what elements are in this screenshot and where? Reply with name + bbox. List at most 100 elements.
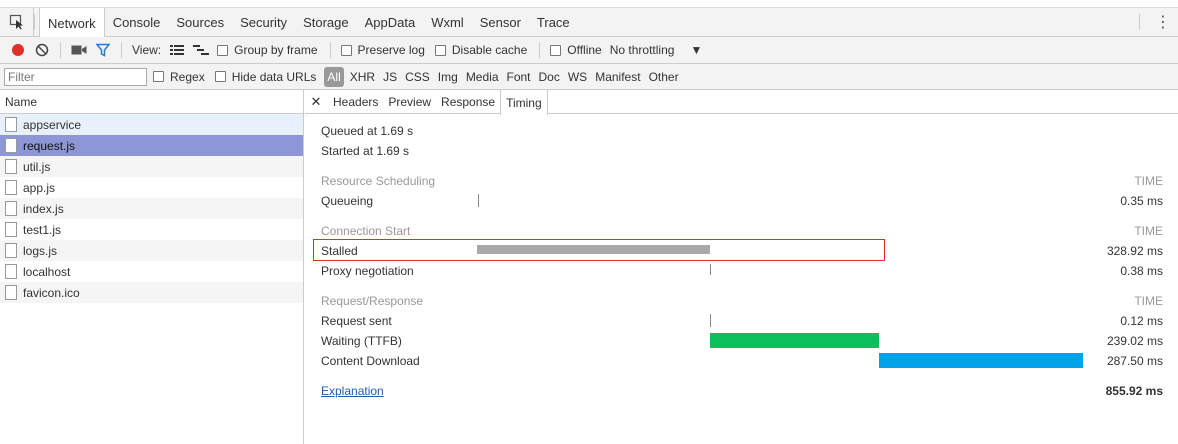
close-icon[interactable]: ✕ bbox=[308, 90, 324, 113]
stalled-bar bbox=[477, 245, 710, 254]
record-icon bbox=[12, 44, 24, 56]
request-list: Name appservice request.js util.js app.js in… bbox=[0, 90, 304, 444]
inspect-element-button[interactable] bbox=[0, 8, 34, 36]
timing-row-label: Queueing bbox=[321, 194, 374, 208]
request-name: test1.js bbox=[23, 222, 62, 237]
clear-button[interactable] bbox=[30, 38, 54, 62]
group-by-frame-label: Group by frame bbox=[234, 43, 318, 57]
capture-screenshots-button[interactable] bbox=[67, 38, 91, 62]
proxy-negotiation-bar bbox=[710, 264, 711, 275]
explanation-link[interactable]: Explanation bbox=[321, 384, 384, 398]
large-rows-view-button[interactable] bbox=[165, 38, 189, 62]
timing-row-label: Waiting (TTFB) bbox=[321, 334, 402, 348]
toolbar-divider bbox=[60, 42, 61, 58]
section-title: Connection Start bbox=[321, 224, 411, 238]
request-name: app.js bbox=[23, 180, 56, 195]
overview-view-button[interactable] bbox=[189, 38, 213, 62]
filter-type-js[interactable]: JS bbox=[379, 67, 401, 87]
tab-network[interactable]: Network bbox=[39, 8, 105, 38]
tab-appdata[interactable]: AppData bbox=[357, 8, 424, 36]
tab-sensor[interactable]: Sensor bbox=[472, 8, 529, 36]
queueing-bar bbox=[478, 194, 479, 207]
throttling-select[interactable]: No throttling ▼ bbox=[610, 43, 703, 57]
filter-type-img[interactable]: Img bbox=[434, 67, 462, 87]
filter-funnel-icon bbox=[96, 43, 110, 57]
request-name: favicon.ico bbox=[23, 285, 80, 300]
detail-tabs: Headers Preview Response Timing bbox=[328, 90, 548, 115]
filter-type-xhr[interactable]: XHR bbox=[346, 67, 379, 87]
file-icon bbox=[5, 138, 17, 153]
group-by-frame-checkbox[interactable]: Group by frame bbox=[217, 43, 318, 57]
disable-cache-label: Disable cache bbox=[451, 43, 528, 57]
detail-tab-preview[interactable]: Preview bbox=[383, 90, 436, 113]
more-options-icon[interactable]: ⋮ bbox=[1148, 8, 1178, 36]
throttling-value: No throttling bbox=[609, 43, 675, 57]
request-row[interactable]: request.js bbox=[0, 135, 303, 156]
request-row[interactable]: app.js bbox=[0, 177, 303, 198]
request-row[interactable]: appservice bbox=[0, 114, 303, 135]
tab-divider-right bbox=[1139, 14, 1140, 30]
filter-type-all[interactable]: All bbox=[324, 66, 344, 87]
request-row[interactable]: favicon.ico bbox=[0, 282, 303, 303]
resource-type-filters: All XHR JS CSS Img Media Font Doc WS Manifest Othe… bbox=[322, 66, 683, 87]
filter-type-font[interactable]: Font bbox=[503, 67, 535, 87]
checkbox-box bbox=[214, 71, 226, 82]
detail-tab-timing[interactable]: Timing bbox=[500, 90, 548, 115]
filter-type-doc[interactable]: Doc bbox=[535, 67, 564, 87]
tab-sources[interactable]: Sources bbox=[168, 8, 232, 36]
timing-row-label: Content Download bbox=[321, 354, 420, 368]
disable-cache-checkbox[interactable]: Disable cache bbox=[434, 43, 528, 57]
checkbox-box bbox=[550, 44, 562, 56]
queued-at-text: Queued at 1.69 s bbox=[321, 124, 414, 138]
video-camera-icon bbox=[71, 45, 87, 55]
tab-storage[interactable]: Storage bbox=[295, 8, 357, 36]
request-sent-bar bbox=[710, 314, 711, 327]
hide-data-urls-checkbox[interactable]: Hide data URLs bbox=[214, 70, 316, 84]
request-row[interactable]: logs.js bbox=[0, 240, 303, 261]
request-row[interactable]: localhost bbox=[0, 261, 303, 282]
filter-type-other[interactable]: Other bbox=[645, 67, 683, 87]
record-button[interactable] bbox=[6, 38, 30, 62]
file-icon bbox=[5, 264, 17, 279]
detail-tab-response[interactable]: Response bbox=[436, 90, 500, 113]
tab-security[interactable]: Security bbox=[232, 8, 295, 36]
file-icon bbox=[5, 285, 17, 300]
tab-divider bbox=[34, 14, 35, 30]
request-name: index.js bbox=[23, 201, 64, 216]
devtools-tabs: Network Console Sources Security Storage AppD… bbox=[39, 8, 578, 38]
request-row[interactable]: util.js bbox=[0, 156, 303, 177]
preserve-log-checkbox[interactable]: Preserve log bbox=[340, 43, 425, 57]
request-row[interactable]: index.js bbox=[0, 198, 303, 219]
filter-type-css[interactable]: CSS bbox=[401, 67, 434, 87]
offline-checkbox[interactable]: Offline bbox=[550, 43, 602, 57]
filter-input[interactable] bbox=[4, 67, 147, 86]
file-icon bbox=[5, 180, 17, 195]
request-name: localhost bbox=[23, 264, 71, 279]
filter-type-media[interactable]: Media bbox=[462, 67, 503, 87]
request-row[interactable]: test1.js bbox=[0, 219, 303, 240]
detail-tab-bar: ✕ Headers Preview Response Timing bbox=[305, 90, 1178, 115]
dropdown-arrow-icon: ▼ bbox=[690, 43, 703, 57]
filter-toggle-button[interactable] bbox=[91, 38, 115, 62]
detail-tab-headers[interactable]: Headers bbox=[328, 90, 383, 113]
file-icon bbox=[5, 201, 17, 216]
tab-trace[interactable]: Trace bbox=[529, 8, 578, 36]
tab-wxml[interactable]: Wxml bbox=[423, 8, 472, 36]
tab-console[interactable]: Console bbox=[105, 8, 169, 36]
network-toolbar: View: Group by frame Preserve log Disabl… bbox=[0, 37, 1178, 64]
inspect-cursor-icon bbox=[9, 14, 23, 30]
total-time: 855.92 ms bbox=[1105, 384, 1163, 398]
file-icon bbox=[5, 159, 17, 174]
checkbox-box bbox=[434, 44, 446, 56]
checkbox-box bbox=[217, 44, 229, 56]
time-column-header: TIME bbox=[1134, 174, 1163, 188]
request-name: util.js bbox=[23, 159, 51, 174]
name-column-header[interactable]: Name bbox=[0, 90, 303, 114]
filter-type-ws[interactable]: WS bbox=[564, 67, 591, 87]
waiting-ttfb-bar bbox=[710, 333, 879, 348]
filter-type-manifest[interactable]: Manifest bbox=[591, 67, 644, 87]
regex-checkbox[interactable]: Regex bbox=[153, 70, 205, 84]
section-title: Resource Scheduling bbox=[321, 174, 436, 188]
timing-row-value: 328.92 ms bbox=[1106, 244, 1163, 258]
request-detail-panel: ✕ Headers Preview Response Timing Queued at… bbox=[305, 90, 1178, 444]
